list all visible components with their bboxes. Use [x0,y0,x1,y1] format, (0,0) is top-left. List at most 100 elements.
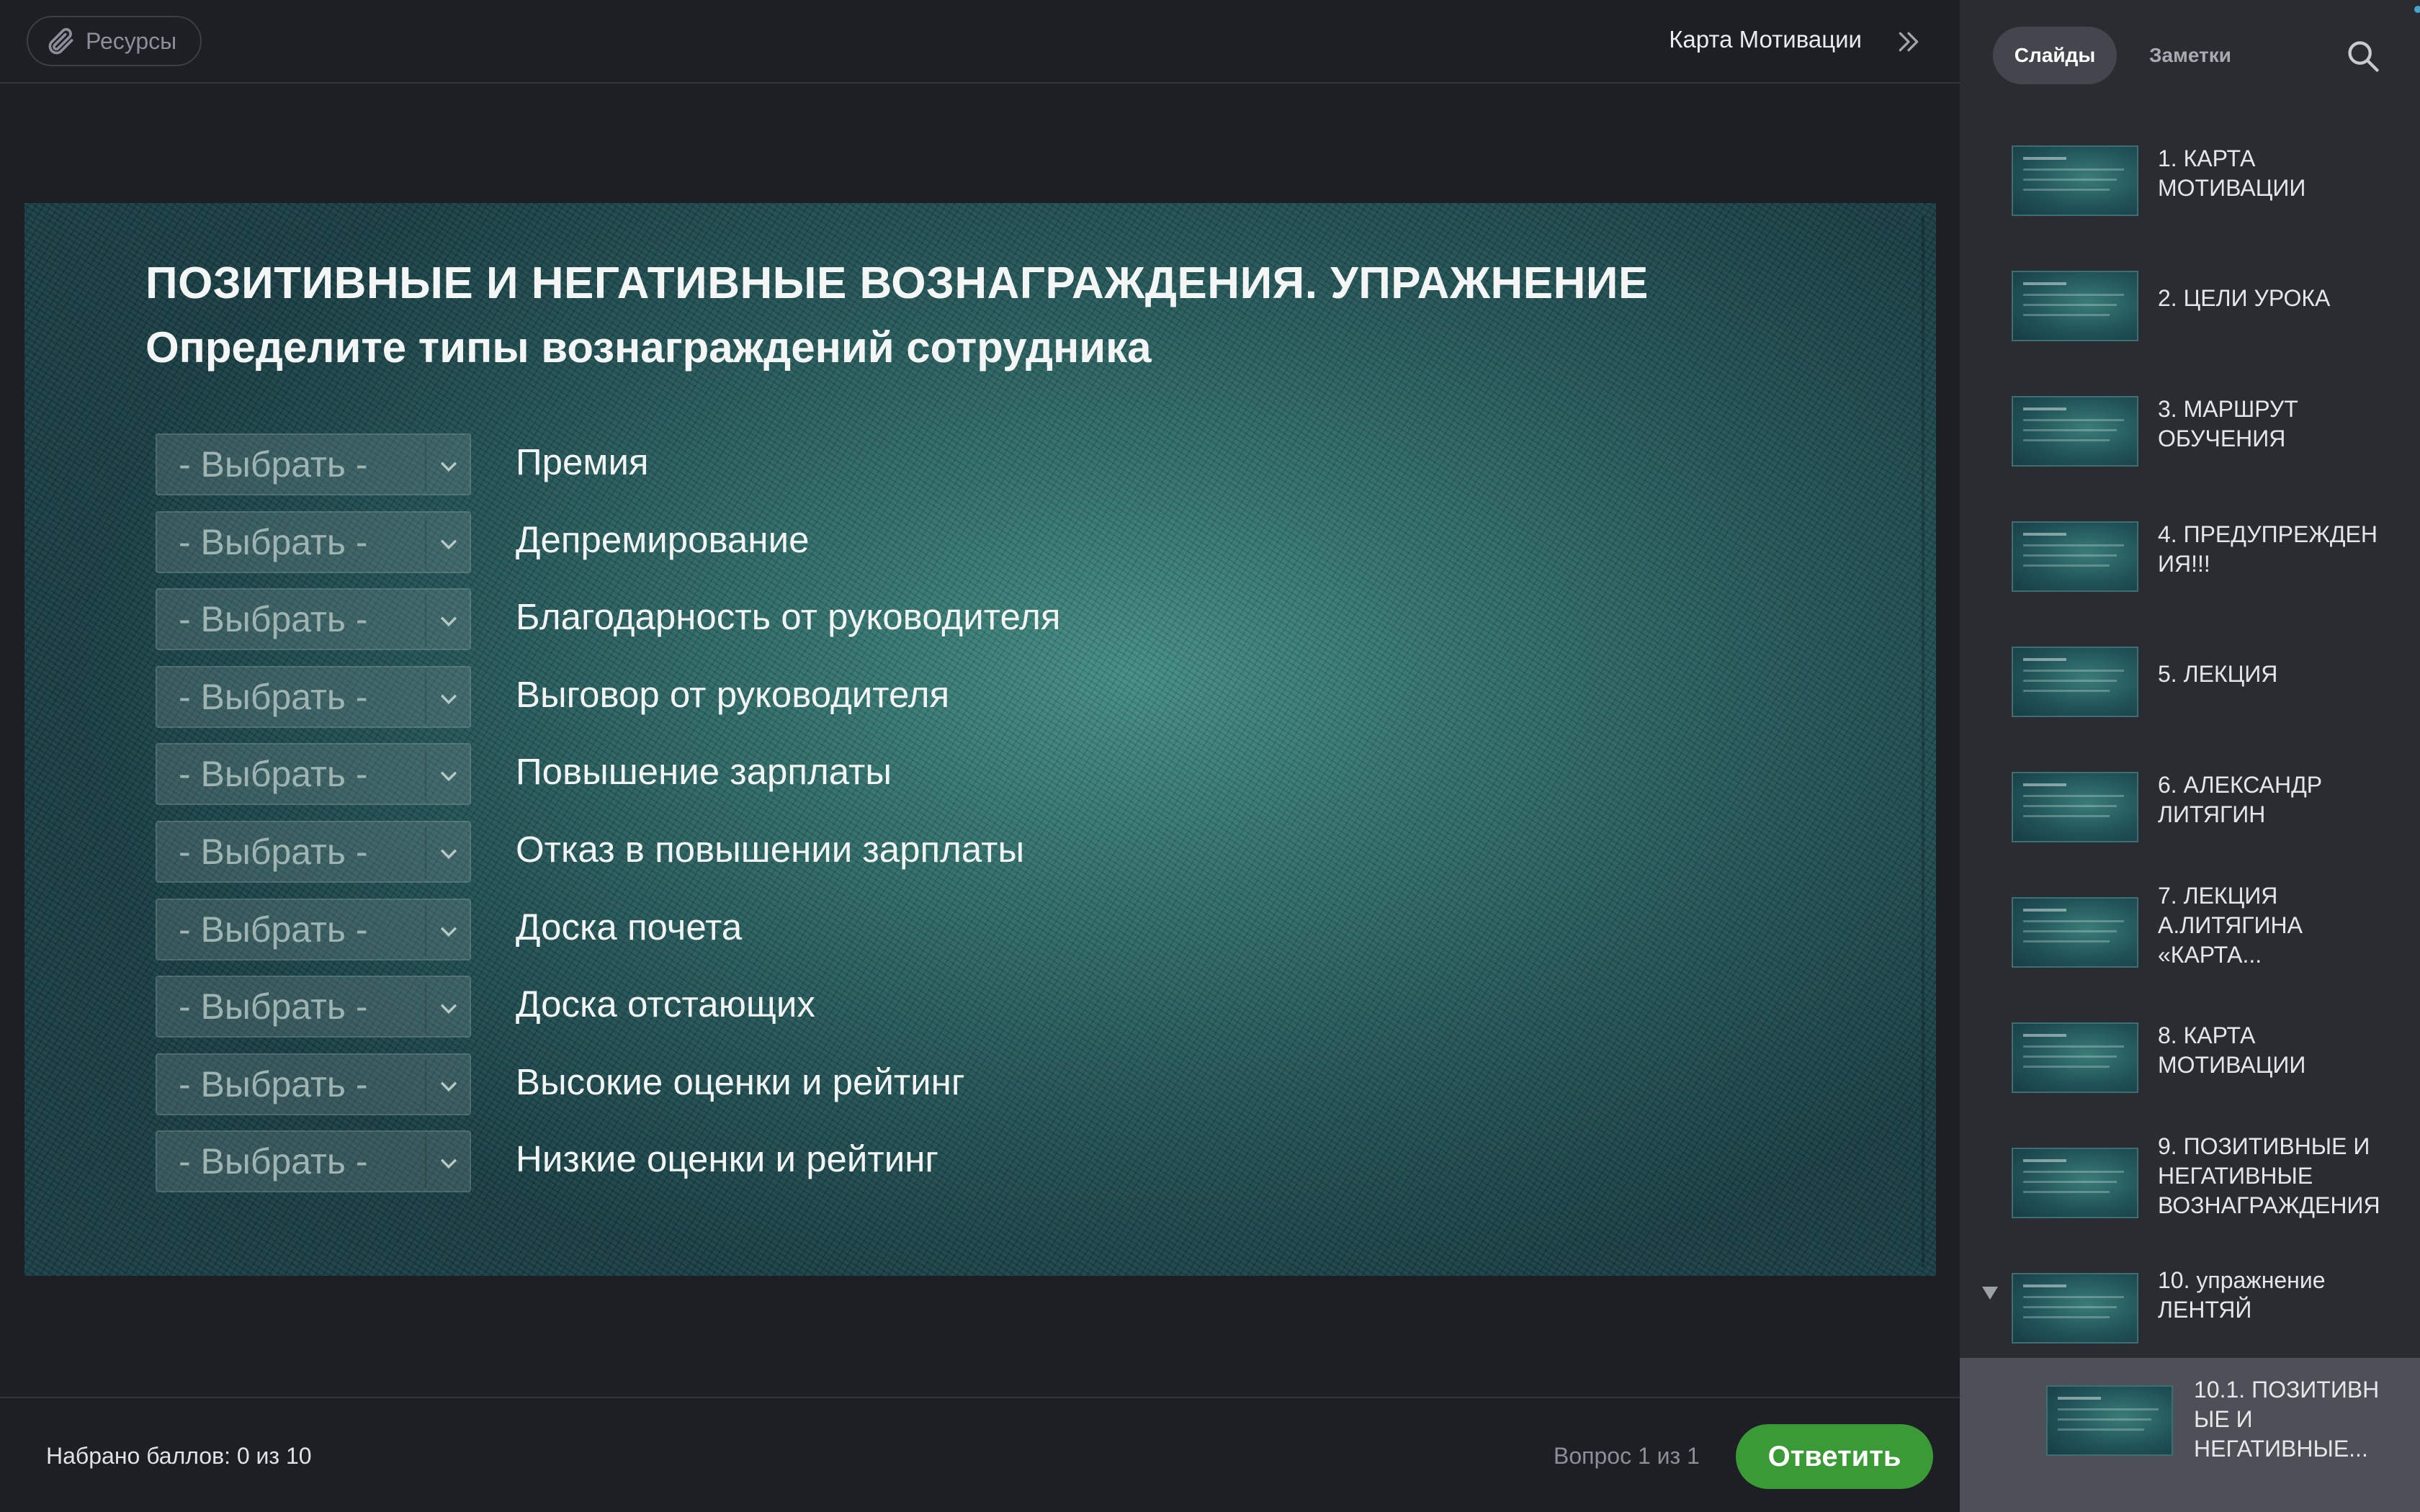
slide-thumbnail [2012,145,2138,216]
tab-slides[interactable]: Слайды [1993,27,2117,84]
dropdown-value: - Выбрать - [179,599,368,640]
dropdown-separator [425,439,426,491]
bottom-bar: Набрано баллов: 0 из 10 Вопрос 1 из 1 От… [0,1397,1960,1512]
slide-list-item-title: 10.1. ПОЗИТИВН ЫЕ И НЕГАТИВНЫЕ... [2194,1377,2380,1462]
exercise-label: Благодарность от руководителя [516,596,1061,638]
choice-dropdown[interactable]: - Выбрать - [156,820,471,883]
slide-list-item-title: 10. упражнение ЛЕНТЯЙ [2158,1267,2326,1323]
slide-list-item[interactable]: 4. ПРЕДУПРЕЖДЕН ИЯ!!! [1960,505,2420,631]
slide-list-item[interactable]: 5. ЛЕКЦИЯ [1960,631,2420,756]
slide-subtitle: Определите типы вознаграждений сотрудник… [145,323,1152,372]
slide-thumbnail [2012,897,2138,968]
choice-dropdown[interactable]: - Выбрать - [156,1053,471,1115]
dropdown-value: - Выбрать - [179,831,368,872]
slide-list-item-title: 4. ПРЕДУПРЕЖДЕН ИЯ!!! [2158,521,2378,577]
resources-label: Ресурсы [86,27,177,54]
dropdown-separator [425,826,426,878]
dropdown-value: - Выбрать - [179,1063,368,1104]
paperclip-icon [48,27,73,55]
dropdown-value: - Выбрать - [179,1141,368,1182]
collapse-sidebar-icon[interactable] [1894,27,1923,56]
slide-thumbnail [2046,1385,2173,1456]
question-counter: Вопрос 1 из 1 [1554,1443,1700,1469]
slide-thumbnail [2012,1022,2138,1093]
dropdown-value: - Выбрать - [179,986,368,1027]
slide-list-item[interactable]: 1. КАРТА МОТИВАЦИИ [1960,130,2420,255]
exercise-label: Депремирование [516,518,810,560]
slide-list-item-title: 7. ЛЕКЦИЯ А.ЛИТЯГИНА «КАРТА... [2158,883,2303,968]
dropdown-separator [425,671,426,724]
slide-list-item-title: 8. КАРТА МОТИВАЦИИ [2158,1022,2306,1078]
slide-title: ПОЗИТИВНЫЕ И НЕГАТИВНЫЕ ВОЗНАГРАЖДЕНИЯ. … [145,258,1649,308]
choice-dropdown[interactable]: - Выбрать - [156,1130,471,1193]
submit-answer-button[interactable]: Ответить [1736,1424,1933,1489]
slide-thumbnail [2012,772,2138,842]
expand-triangle-icon[interactable] [1981,1285,1999,1301]
slide-list-item-title: 3. МАРШРУТ ОБУЧЕНИЯ [2158,396,2298,451]
slide-list-item[interactable]: 3. МАРШРУТ ОБУЧЕНИЯ [1960,380,2420,505]
choice-dropdown[interactable]: - Выбрать - [156,665,471,728]
exercise-label: Низкие оценки и рейтинг [516,1138,939,1180]
exercise-label: Отказ в повышении зарплаты [516,828,1025,870]
chevron-down-icon [440,462,457,472]
slide-list-item-title: 2. ЦЕЛИ УРОКА [2158,285,2331,311]
exercise-label: Высокие оценки и рейтинг [516,1061,965,1102]
slide-canvas: ПОЗИТИВНЫЕ И НЕГАТИВНЫЕ ВОЗНАГРАЖДЕНИЯ. … [24,203,1936,1276]
slide-list-item[interactable]: 8. КАРТА МОТИВАЦИИ [1960,1007,2420,1132]
dropdown-separator [425,749,426,801]
slide-list-item-title: 5. ЛЕКЦИЯ [2158,661,2278,687]
chevron-down-icon [440,1004,457,1014]
slide-list-item-title: 1. КАРТА МОТИВАЦИИ [2158,145,2306,201]
dropdown-value: - Выбрать - [179,754,368,795]
chevron-down-icon [440,927,457,937]
slide-list-item[interactable]: 7. ЛЕКЦИЯ А.ЛИТЯГИНА «КАРТА... [1960,881,2420,1007]
choice-dropdown[interactable]: - Выбрать - [156,743,471,806]
choice-dropdown[interactable]: - Выбрать - [156,976,471,1038]
chevron-down-icon [440,616,457,627]
slide-thumbnail [2012,271,2138,341]
choice-dropdown[interactable]: - Выбрать - [156,433,471,495]
slide-thumbnail [2012,521,2138,592]
chevron-down-icon [440,694,457,704]
choice-dropdown[interactable]: - Выбрать - [156,588,471,651]
choice-dropdown[interactable]: - Выбрать - [156,510,471,573]
search-icon[interactable] [2344,37,2382,75]
slide-list-item-title: 9. ПОЗИТИВНЫЕ И НЕГАТИВНЫЕ ВОЗНАГРАЖДЕНИ… [2158,1133,2380,1218]
dropdown-separator [425,1136,426,1189]
dropdown-value: - Выбрать - [179,444,368,485]
top-bar: Ресурсы Карта Мотивации [0,0,1960,84]
dropdown-separator [425,594,426,647]
slide-thumbnail [2012,1148,2138,1218]
score-text: Набрано баллов: 0 из 10 [46,1443,312,1469]
dropdown-value: - Выбрать - [179,521,368,562]
chevron-down-icon [440,539,457,549]
dropdown-value: - Выбрать - [179,909,368,950]
slide-list-item-title: 6. АЛЕКСАНДР ЛИТЯГИН [2158,772,2323,827]
slides-sidebar: Слайды Заметки 1. КАРТА МОТИВАЦИИ 2. ЦЕЛ… [1960,0,2420,1512]
choice-dropdown[interactable]: - Выбрать - [156,898,471,960]
exercise-label: Доска почета [516,906,743,948]
chevron-down-icon [440,1158,457,1169]
slide-list-item[interactable]: 6. АЛЕКСАНДР ЛИТЯГИН [1960,756,2420,881]
dropdown-separator [425,981,426,1034]
exercise-label: Повышение зарплаты [516,751,892,793]
status-dot [2414,6,2420,13]
exercise-label: Выговор от руководителя [516,673,950,715]
chevron-down-icon [440,1081,457,1092]
tab-notes[interactable]: Заметки [2140,27,2241,84]
dropdown-separator [425,1058,426,1111]
exercise-label: Доска отстающих [516,984,815,1025]
slide-list-item[interactable]: 9. ПОЗИТИВНЫЕ И НЕГАТИВНЫЕ ВОЗНАГРАЖДЕНИ… [1960,1132,2420,1257]
slide-thumbnail [2012,647,2138,717]
slide-thumbnail [2012,1273,2138,1344]
exercise-label: Премия [516,441,649,482]
resources-button[interactable]: Ресурсы [27,16,202,66]
dropdown-value: - Выбрать - [179,676,368,717]
chevron-down-icon [440,771,457,782]
dropdown-separator [425,516,426,569]
slide-list-item[interactable]: 2. ЦЕЛИ УРОКА [1960,255,2420,380]
course-title: Карта Мотивации [1669,26,1862,53]
dropdown-separator [425,904,426,956]
slide-thumbnail [2012,396,2138,467]
slide-list-item-current[interactable]: 10.1. ПОЗИТИВН ЫЕ И НЕГАТИВНЫЕ... [1960,1358,2420,1512]
